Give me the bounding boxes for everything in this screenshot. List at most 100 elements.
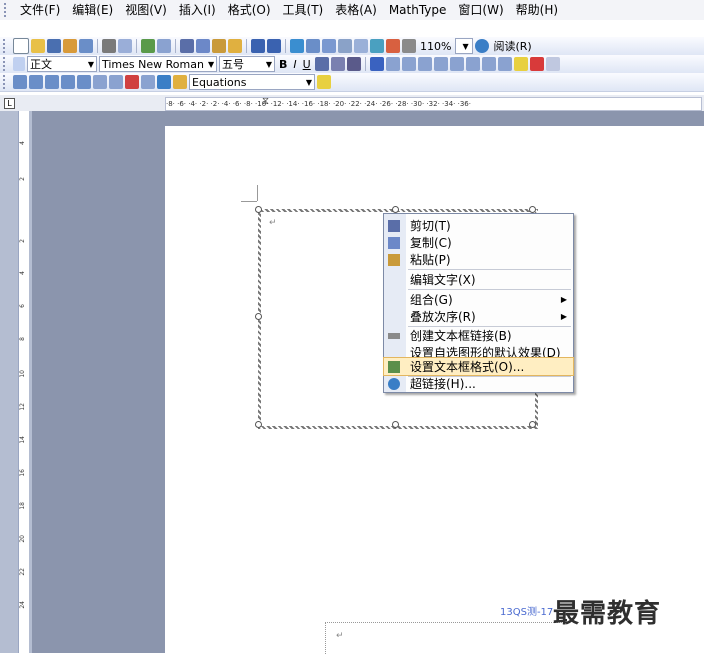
context-menu: 剪切(T) 复制(C) 粘贴(P) 编辑文字(X) 组合(G) ▶ 叠放次序(R… <box>383 213 574 393</box>
align-right-icon[interactable] <box>401 57 416 71</box>
menu-item-copy[interactable]: 复制(C) <box>384 234 573 251</box>
help-icon[interactable] <box>475 39 490 53</box>
toolbar-grip[interactable] <box>3 75 8 89</box>
sum-display-icon[interactable] <box>45 75 59 89</box>
underline-button[interactable]: U <box>301 58 313 71</box>
menu-item-order[interactable]: 叠放次序(R) ▶ <box>384 308 573 325</box>
reading-mode-button[interactable]: 阅读(R) <box>491 38 533 54</box>
print-preview-icon[interactable] <box>118 39 132 53</box>
equation-number-icon[interactable] <box>77 75 91 89</box>
permission-icon[interactable] <box>63 39 77 53</box>
align-center-icon[interactable] <box>385 57 400 71</box>
bullets-icon[interactable] <box>465 57 480 71</box>
styles-icon[interactable] <box>13 57 25 71</box>
indent-marker[interactable]: ⧖ <box>262 96 269 107</box>
character-shading-icon[interactable] <box>330 57 345 71</box>
tab-selector[interactable]: L <box>4 98 15 109</box>
show-hide-icon[interactable] <box>402 39 416 53</box>
align-justify-icon[interactable] <box>369 57 384 71</box>
resize-handle-left[interactable] <box>255 313 262 320</box>
character-scaling-icon[interactable] <box>346 57 361 71</box>
resize-handle-top[interactable] <box>392 206 399 213</box>
menu-tools[interactable]: 工具(T) <box>277 1 330 19</box>
print-icon[interactable] <box>102 39 116 53</box>
menu-item-edit-text[interactable]: 编辑文字(X) <box>384 271 573 288</box>
menu-mathtype[interactable]: MathType <box>383 1 453 19</box>
menu-table[interactable]: 表格(A) <box>329 1 383 19</box>
zoom-label[interactable]: 110% <box>418 40 453 53</box>
new-document-icon[interactable] <box>13 38 29 54</box>
save-icon[interactable] <box>47 39 61 53</box>
menu-file[interactable]: 文件(F) <box>14 1 66 19</box>
menu-window[interactable]: 窗口(W) <box>452 1 509 19</box>
toolbar-grip[interactable] <box>3 39 8 53</box>
toggle-tex-icon[interactable] <box>173 75 187 89</box>
menu-separator <box>408 289 571 290</box>
open-folder-icon[interactable] <box>31 39 45 53</box>
menu-view[interactable]: 视图(V) <box>119 1 173 19</box>
equations-dropdown[interactable]: Equations ▼ <box>189 74 315 90</box>
distributed-icon[interactable] <box>417 57 432 71</box>
chapter-break-icon[interactable] <box>125 75 139 89</box>
toolbar-options-icon[interactable] <box>317 75 331 89</box>
resize-handle-bottom-left[interactable] <box>255 421 262 428</box>
increase-indent-icon[interactable] <box>497 57 512 71</box>
insert-excel-icon[interactable] <box>338 39 352 53</box>
redo-icon[interactable] <box>267 39 281 53</box>
phonetic-guide-icon[interactable] <box>545 57 560 71</box>
spelling-icon[interactable] <box>141 39 155 53</box>
reference-icon[interactable] <box>109 75 123 89</box>
font-size-dropdown[interactable]: 五号 ▼ <box>219 56 275 72</box>
format-painter-icon[interactable] <box>228 39 242 53</box>
cut-icon[interactable] <box>180 39 194 53</box>
menu-item-cut[interactable]: 剪切(T) <box>384 217 573 234</box>
resize-handle-bottom-right[interactable] <box>529 421 536 428</box>
line-spacing-icon[interactable] <box>433 57 448 71</box>
decrease-indent-icon[interactable] <box>481 57 496 71</box>
menu-item-paste[interactable]: 粘贴(P) <box>384 251 573 268</box>
insert-number-icon[interactable] <box>93 75 107 89</box>
menu-insert[interactable]: 插入(I) <box>173 1 222 19</box>
character-border-icon[interactable] <box>314 57 329 71</box>
menu-edit[interactable]: 编辑(E) <box>66 1 119 19</box>
style-dropdown[interactable]: 正文 ▼ <box>27 56 97 72</box>
menu-format[interactable]: 格式(O) <box>222 1 277 19</box>
font-dropdown[interactable]: Times New Roman ▼ <box>99 56 217 72</box>
copy-icon[interactable] <box>196 39 210 53</box>
bold-button[interactable]: B <box>277 58 289 71</box>
sum-icon[interactable] <box>13 75 27 89</box>
globe-icon[interactable] <box>157 75 171 89</box>
menu-item-hyperlink[interactable]: 超链接(H)... <box>384 375 573 392</box>
menu-item-group[interactable]: 组合(G) ▶ <box>384 291 573 308</box>
highlight-icon[interactable] <box>513 57 528 71</box>
insert-table-icon[interactable] <box>322 39 336 53</box>
menu-item-format-textbox[interactable]: 设置文本框格式(O)... <box>383 357 574 376</box>
zoom-dropdown[interactable]: ▼ <box>455 38 474 54</box>
drawing-icon[interactable] <box>370 39 384 53</box>
tables-borders-icon[interactable] <box>306 39 320 53</box>
sum-inline-icon[interactable] <box>29 75 43 89</box>
menu-help[interactable]: 帮助(H) <box>510 1 564 19</box>
undo-icon[interactable] <box>251 39 265 53</box>
menu-bar: 文件(F) 编辑(E) 视图(V) 插入(I) 格式(O) 工具(T) 表格(A… <box>0 0 704 20</box>
toolbar-grip[interactable] <box>3 57 8 71</box>
font-color-icon[interactable] <box>529 57 544 71</box>
columns-icon[interactable] <box>354 39 368 53</box>
italic-button[interactable]: I <box>291 58 298 71</box>
update-numbers-icon[interactable] <box>141 75 155 89</box>
hyperlink-icon[interactable] <box>290 39 304 53</box>
numbering-icon[interactable] <box>449 57 464 71</box>
research-icon[interactable] <box>157 39 171 53</box>
resize-handle-top-right[interactable] <box>529 206 536 213</box>
menubar-grip[interactable] <box>4 3 10 17</box>
resize-handle-bottom[interactable] <box>392 421 399 428</box>
horizontal-ruler[interactable]: ·8· ·6· ·4· ·2· ·2· ·4· ·6· ·8· ·10· ·12… <box>165 97 702 111</box>
document-map-icon[interactable] <box>386 39 400 53</box>
vertical-ruler[interactable]: 4 2 2 4 6 8 10 12 14 16 18 20 22 24 <box>18 111 29 653</box>
sum-right-icon[interactable] <box>61 75 75 89</box>
paste-icon[interactable] <box>212 39 226 53</box>
resize-handle-top-left[interactable] <box>255 206 262 213</box>
link-icon <box>388 333 400 339</box>
email-icon[interactable] <box>79 39 93 53</box>
menu-item-create-textbox-link[interactable]: 创建文本框链接(B) <box>384 327 573 344</box>
